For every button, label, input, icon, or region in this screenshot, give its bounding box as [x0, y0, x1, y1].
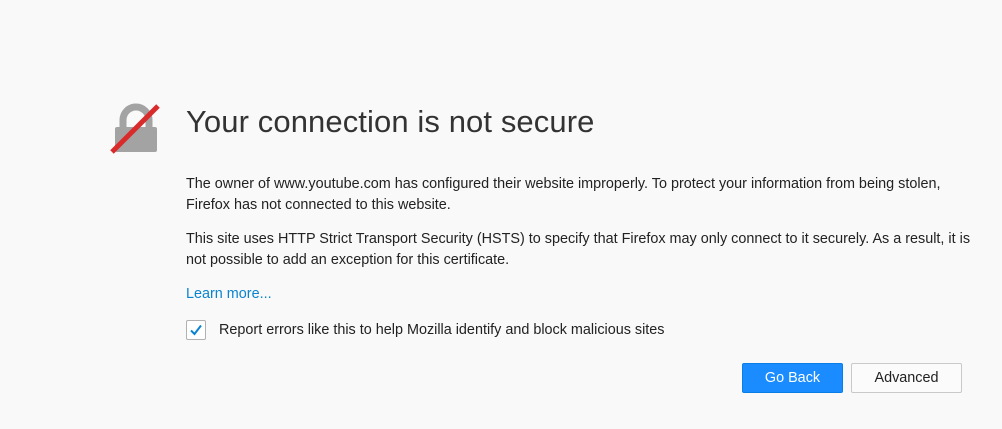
broken-lock-icon: [106, 100, 166, 160]
report-errors-label: Report errors like this to help Mozilla …: [219, 321, 665, 338]
report-errors-row: Report errors like this to help Mozilla …: [186, 318, 665, 341]
report-errors-checkbox[interactable]: [186, 319, 206, 340]
learn-more-link[interactable]: Learn more...: [186, 284, 272, 305]
error-page: Your connection is not secure The owner …: [0, 0, 1002, 429]
hsts-description: This site uses HTTP Strict Transport Sec…: [186, 231, 971, 268]
page-title: Your connection is not secure: [186, 104, 595, 139]
error-description: The owner of www.youtube.com has configu…: [186, 176, 941, 213]
go-back-button[interactable]: Go Back: [742, 363, 843, 393]
checkmark-icon: [190, 324, 202, 336]
advanced-button[interactable]: Advanced: [851, 363, 962, 393]
